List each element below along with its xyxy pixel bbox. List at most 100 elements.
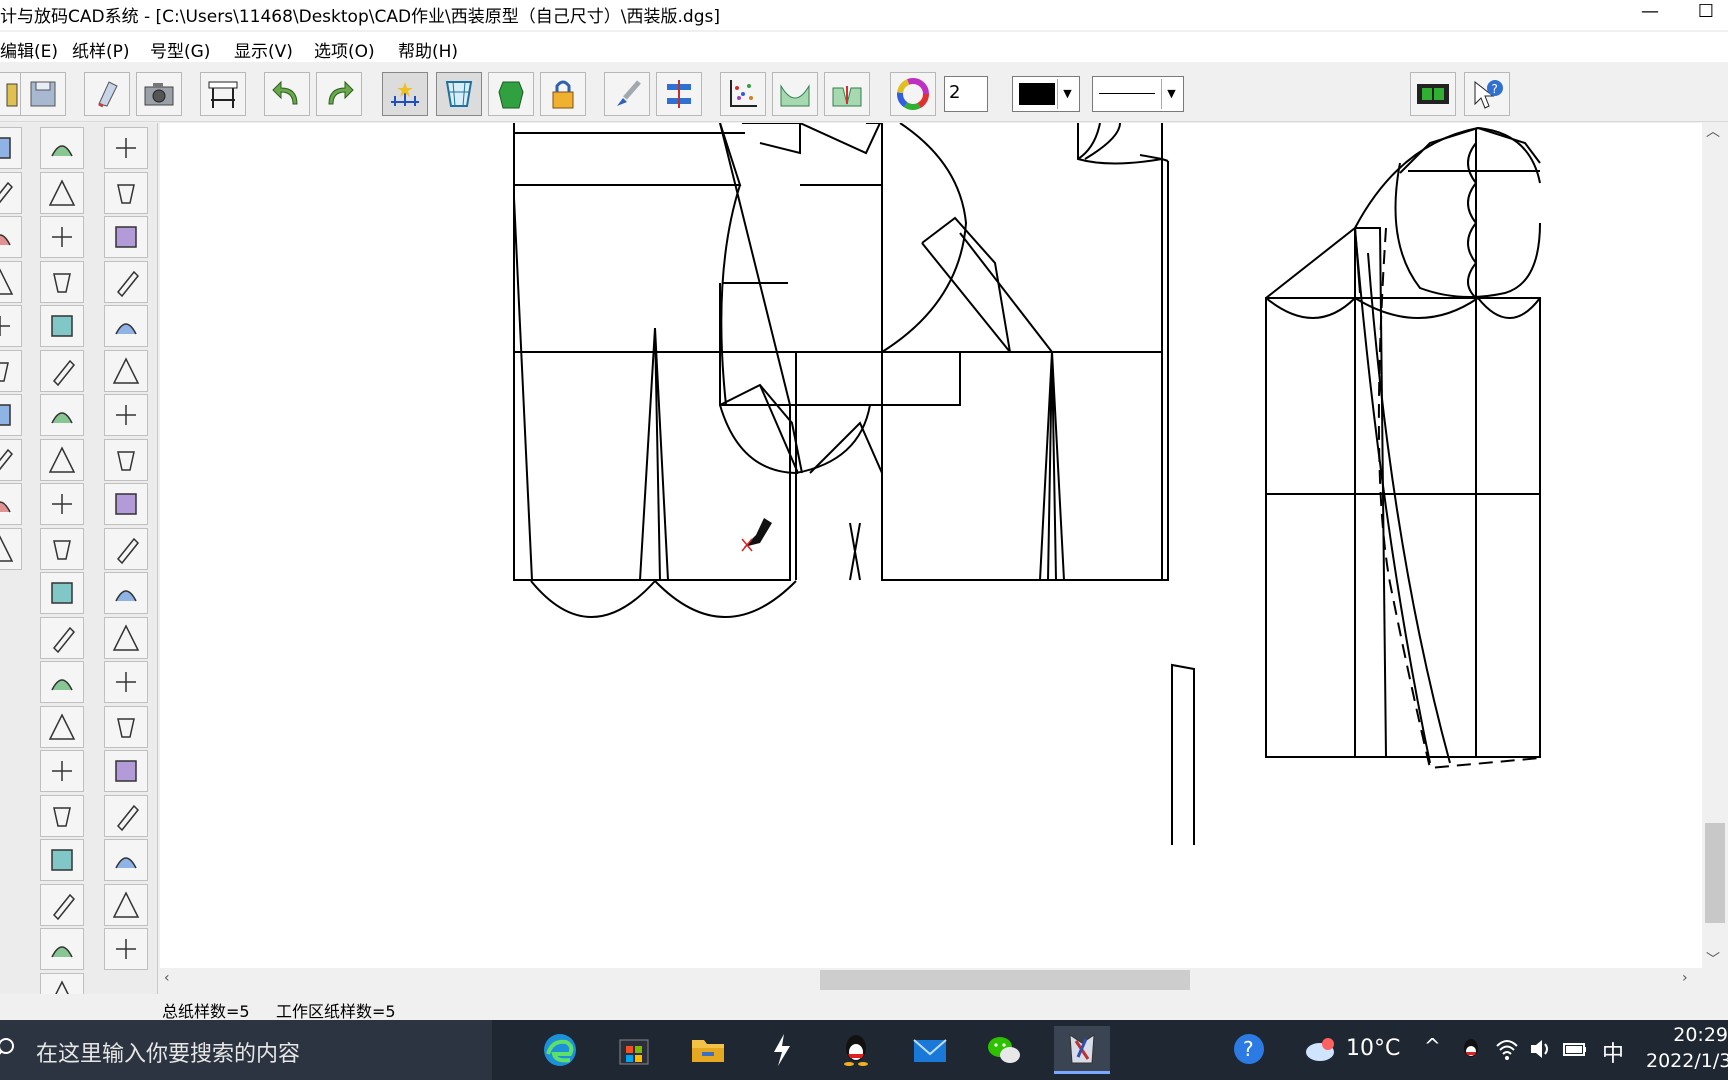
ruler-tool-button[interactable]: [40, 349, 84, 392]
taskbar-store[interactable]: [606, 1026, 662, 1074]
mesh-tool-button[interactable]: [40, 438, 84, 481]
taskbar-wechat[interactable]: [976, 1026, 1032, 1074]
scroll-left-icon[interactable]: ‹: [164, 970, 170, 986]
menu-size[interactable]: 号型(G): [150, 37, 210, 62]
corner-tool-button[interactable]: [40, 750, 84, 792]
redo-button[interactable]: [316, 72, 362, 116]
camera-button[interactable]: [136, 72, 182, 116]
volume-icon[interactable]: [1528, 1036, 1554, 1062]
pocket-tool-button[interactable]: [40, 171, 84, 214]
plotter-button[interactable]: [200, 72, 246, 116]
outline-copy-tool-button[interactable]: [104, 572, 148, 614]
input-method-indicator[interactable]: 中: [1602, 1036, 1624, 1068]
horizontal-scrollbar[interactable]: ‹ ›: [160, 968, 1702, 992]
print-button[interactable]: [84, 72, 130, 116]
seam-tool-button[interactable]: [0, 305, 22, 347]
battery-icon[interactable]: [1562, 1036, 1588, 1062]
zoom-tool-button[interactable]: [104, 216, 148, 258]
rotate-tool-button[interactable]: [104, 750, 148, 792]
arrow-select-tool-button[interactable]: [104, 171, 148, 214]
slope-tool-button[interactable]: [40, 705, 84, 748]
scroll-down-icon[interactable]: ﹀: [1706, 949, 1720, 969]
context-help-button[interactable]: ?: [1464, 72, 1510, 116]
mirror-tool-button[interactable]: [104, 794, 148, 837]
vertical-scrollbar[interactable]: ︿ ﹀: [1702, 123, 1728, 968]
clock-date[interactable]: 2022/1/3: [1646, 1050, 1728, 1072]
undo-button[interactable]: [264, 72, 310, 116]
scroll-right-icon[interactable]: ›: [1682, 970, 1688, 986]
weather-cloud-icon[interactable]: [1302, 1034, 1340, 1064]
slit-tool-button[interactable]: [40, 572, 84, 614]
scatter-button[interactable]: [720, 72, 766, 116]
flip-tool-button[interactable]: [40, 883, 84, 926]
cut-tool-button[interactable]: [104, 260, 148, 303]
point-marker-button[interactable]: [382, 72, 428, 116]
sleeve-tool-button[interactable]: [40, 260, 84, 303]
taskbar-cad-app[interactable]: [1054, 1026, 1110, 1074]
grade-copy-tool-button[interactable]: [104, 705, 148, 748]
color-select[interactable]: ▼: [1012, 76, 1080, 112]
arc-tool-button[interactable]: [0, 349, 22, 392]
vertical-scroll-thumb[interactable]: [1705, 823, 1725, 923]
taskbar-explorer[interactable]: [680, 1026, 736, 1074]
taskbar-search[interactable]: 在这里输入你要搜索的内容: [0, 1020, 492, 1080]
grid-button[interactable]: [436, 72, 482, 116]
pattern-drawing[interactable]: [160, 123, 1702, 968]
help-tray-icon[interactable]: ?: [1232, 1032, 1266, 1066]
taskbar-pen-app[interactable]: [754, 1026, 810, 1074]
piece-button[interactable]: [488, 72, 534, 116]
symmetry-tool-button[interactable]: [104, 438, 148, 481]
scroll-up-icon[interactable]: ︿: [1706, 121, 1720, 141]
minimize-button[interactable]: —: [1630, 0, 1670, 30]
qq-tray-icon[interactable]: [1458, 1036, 1484, 1062]
measure-tool-button[interactable]: [0, 438, 22, 481]
button-tool-button[interactable]: [40, 394, 84, 436]
dart-button[interactable]: [824, 72, 870, 116]
scissors-tool-button[interactable]: [104, 527, 148, 570]
taskbar-qq[interactable]: [828, 1026, 884, 1074]
sewing-tool-button[interactable]: [40, 527, 84, 570]
curve-tool-button[interactable]: [0, 216, 22, 258]
angle-tool-button[interactable]: [104, 394, 148, 436]
weather-temperature[interactable]: 10°C: [1346, 1036, 1400, 1061]
save-button[interactable]: [20, 72, 66, 116]
fold-tool-button[interactable]: [40, 839, 84, 881]
mirror-piece-tool-button[interactable]: [40, 661, 84, 703]
pencil-tool-button[interactable]: [104, 127, 148, 169]
lock-button[interactable]: [540, 72, 586, 116]
clock-time[interactable]: 20:29: [1646, 1024, 1728, 1046]
outline-tool-button[interactable]: [40, 216, 84, 258]
group-tool-button[interactable]: [104, 483, 148, 525]
label-tool-button[interactable]: [0, 260, 22, 303]
menu-options[interactable]: 选项(O): [314, 37, 375, 62]
line-width-input[interactable]: 2: [944, 76, 988, 112]
brush-button[interactable]: [604, 72, 650, 116]
delete-point-tool-button[interactable]: [104, 883, 148, 926]
curve-button[interactable]: [772, 72, 818, 116]
rotate-piece-tool-button[interactable]: [40, 616, 84, 659]
piece-stamp-tool-button[interactable]: [104, 661, 148, 703]
strip-tool-button[interactable]: [0, 394, 22, 436]
copy-tool-button[interactable]: [0, 171, 22, 214]
film-button[interactable]: [1410, 72, 1456, 116]
grade-tool-button[interactable]: [40, 305, 84, 347]
color-wheel-button[interactable]: [890, 72, 936, 116]
taskbar-edge[interactable]: [532, 1026, 588, 1074]
horizontal-scroll-thumb[interactable]: [820, 970, 1190, 990]
bottle-tool-button[interactable]: [40, 794, 84, 837]
menu-edit[interactable]: 编辑(E): [0, 37, 58, 62]
taskbar-mail[interactable]: [902, 1026, 958, 1074]
menu-help[interactable]: 帮助(H): [398, 37, 458, 62]
chevron-up-icon[interactable]: ^: [1424, 1034, 1441, 1058]
split-tool-button[interactable]: [40, 928, 84, 970]
brush-scale-tool-button[interactable]: [104, 349, 148, 392]
drawing-canvas[interactable]: [160, 123, 1702, 968]
align-button[interactable]: [656, 72, 702, 116]
select-area-tool-button[interactable]: [104, 616, 148, 659]
pivot-tool-button[interactable]: [40, 483, 84, 525]
marker-tool-button[interactable]: [104, 305, 148, 347]
layout-tool-button[interactable]: [0, 127, 22, 169]
menu-view[interactable]: 显示(V): [234, 37, 293, 62]
select-rect-tool-button[interactable]: [40, 127, 84, 169]
line-style-select[interactable]: ▼: [1092, 76, 1184, 112]
